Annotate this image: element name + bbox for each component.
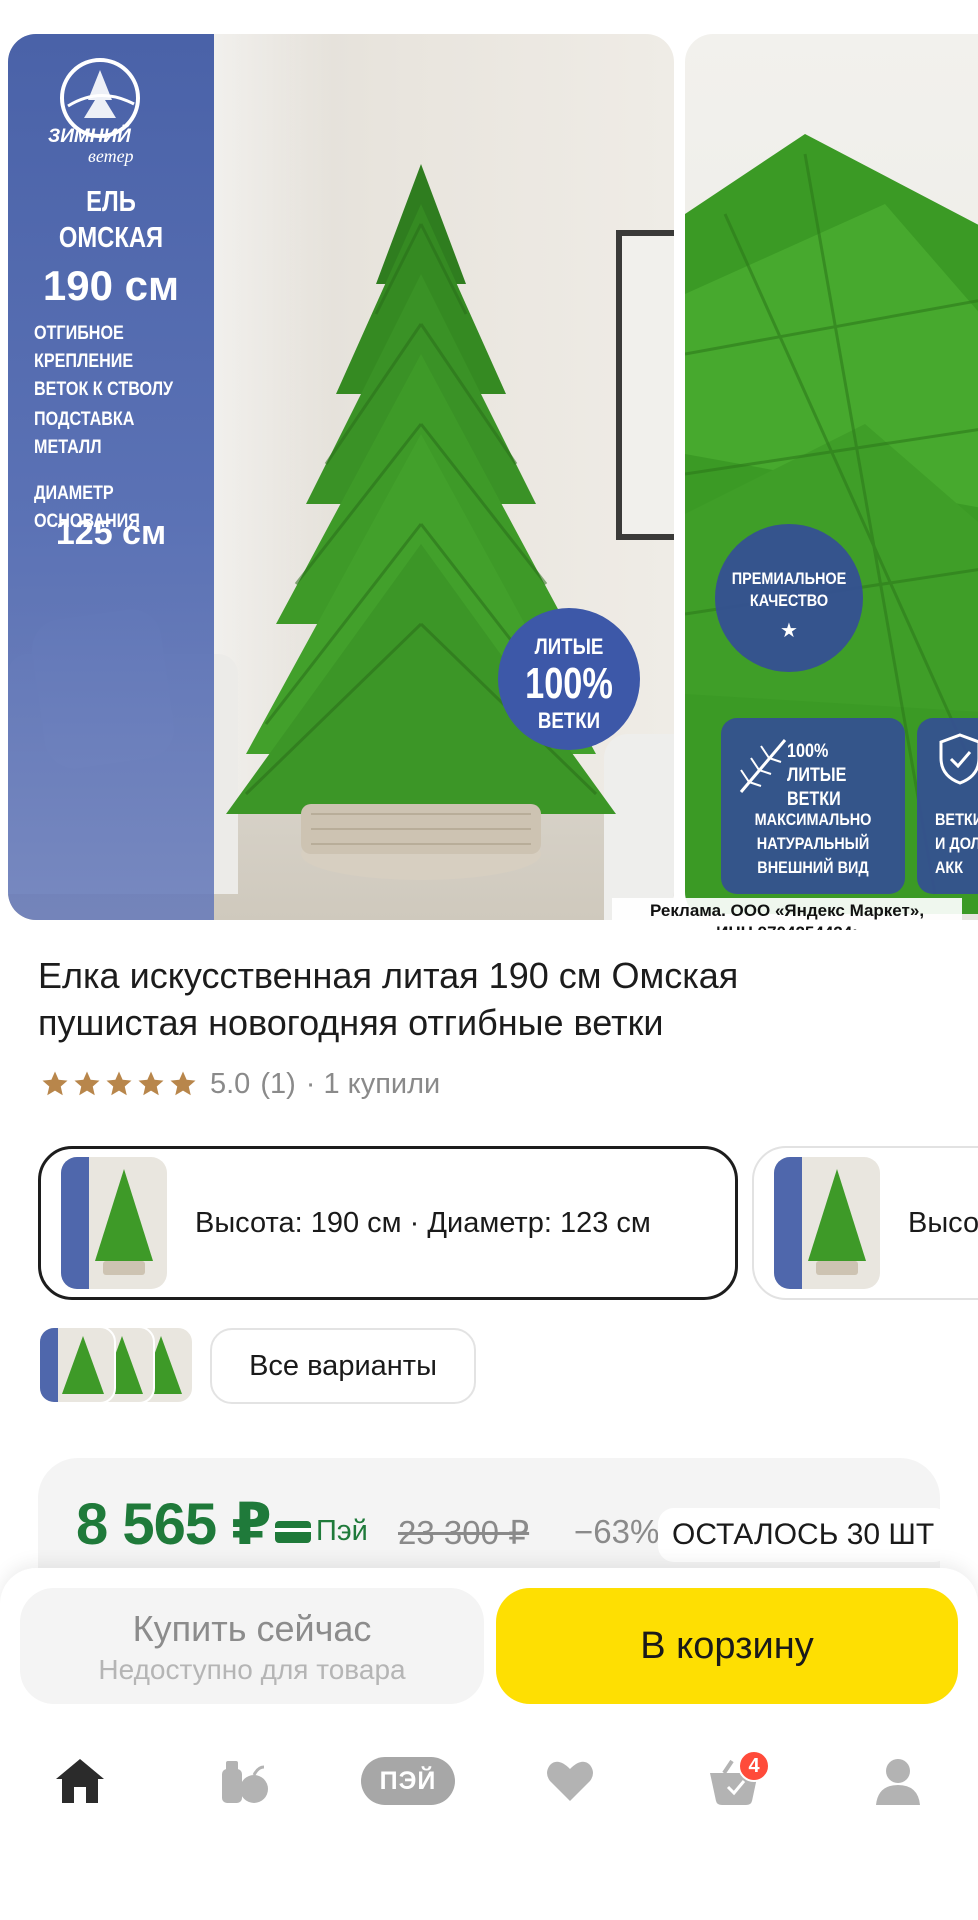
nav-home[interactable] xyxy=(40,1746,120,1816)
gallery-slide-1[interactable]: ЗИМНИЙ ветер ЕЛЬ ОМСКАЯ 190 см ОТГИБНОЕ … xyxy=(8,34,674,920)
premium-badge-text: ПРЕМИАЛЬНОЕ КАЧЕСТВО xyxy=(726,568,852,612)
profile-icon xyxy=(876,1759,920,1805)
product-title: Елка искусственная литая 190 см Омская п… xyxy=(38,952,938,1046)
rating-stars xyxy=(40,1069,198,1099)
promo-diameter: 125 см xyxy=(55,514,167,552)
product-rating[interactable]: 5.0 (1) · 1 купили xyxy=(40,1064,450,1104)
product-title-line-2: пушистая новогодняя отгибные ветки xyxy=(38,1002,664,1043)
branch-icon xyxy=(739,739,787,793)
feature-card-1-text-line-2: НАТУРАЛЬНЫЙ xyxy=(756,834,870,853)
reviews-count[interactable]: (1) xyxy=(260,1068,295,1101)
catalog-icon xyxy=(222,1761,268,1803)
promo-name-line-2: ОМСКАЯ xyxy=(58,222,164,254)
ad-disclaimer: Реклама. ООО «Яндекс Маркет», ИНН 970425… xyxy=(612,898,962,930)
premium-badge-line-2: КАЧЕСТВО xyxy=(749,591,829,610)
feature-card-1-text-line-1: МАКСИМАЛЬНО xyxy=(754,810,872,829)
nav-cart[interactable]: 4 xyxy=(694,1746,774,1816)
gallery-slide-2[interactable]: ПРЕМИАЛЬНОЕ КАЧЕСТВО ★ 100% ЛИТЫЕ ВЕТКИ … xyxy=(685,34,978,920)
tree-thumbnail-icon xyxy=(62,1336,104,1394)
brand-line-2: ветер xyxy=(88,146,134,166)
promo-feature-2: ПОДСТАВКА МЕТАЛЛ xyxy=(34,406,196,462)
pay-icon: ПЭЙ xyxy=(361,1757,455,1805)
star-icon xyxy=(106,1071,132,1096)
rating-value: 5.0 xyxy=(210,1067,251,1100)
feature-card-2-text-line-2: И ДОЛ xyxy=(935,834,978,853)
brand-logo: ЗИМНИЙ ветер xyxy=(48,58,140,166)
tree-thumbnail-icon xyxy=(95,1169,153,1275)
buy-now-unavailable-note: Недоступно для товара xyxy=(98,1654,406,1685)
tree-thumbnail-icon xyxy=(808,1169,866,1275)
feature-card-2-text-line-3: АКК xyxy=(935,858,964,877)
discount-percent: −63% xyxy=(574,1513,660,1550)
nav-profile[interactable] xyxy=(858,1746,938,1816)
promo-name-line-1: ЕЛЬ xyxy=(86,186,136,218)
badge-percent-text: 100% xyxy=(525,659,613,708)
christmas-tree-image xyxy=(226,164,616,880)
promo-product-name: ЕЛЬ ОМСКАЯ xyxy=(27,184,196,256)
variant-mini-thumbnails[interactable] xyxy=(38,1326,194,1404)
home-icon xyxy=(56,1759,104,1803)
badge-bottom-text: ВЕТКИ xyxy=(537,708,601,733)
star-icon: ★ xyxy=(780,620,798,642)
variant-option[interactable]: Высо xyxy=(752,1146,978,1300)
feature-card-1-text-line-3: ВНЕШНИЙ ВИД xyxy=(757,858,869,877)
variant-label: Высо xyxy=(908,1206,978,1239)
bought-count: · 1 купили xyxy=(305,1067,441,1100)
shield-icon xyxy=(939,733,978,785)
product-gallery[interactable]: ЗИМНИЙ ветер ЕЛЬ ОМСКАЯ 190 см ОТГИБНОЕ … xyxy=(0,0,978,930)
star-icon xyxy=(138,1071,164,1096)
buy-now-button[interactable]: Купить сейчас Недоступно для товара xyxy=(20,1588,484,1704)
variant-label: Высота: 190 см · Диаметр: 123 см xyxy=(195,1206,651,1239)
cart-count-badge: 4 xyxy=(738,1750,770,1782)
ad-disclaimer-line-2: ИНН 9704254424; xyxy=(616,922,958,930)
ad-disclaimer-line-1: Реклама. ООО «Яндекс Маркет», xyxy=(649,901,925,920)
variant-thumbnail xyxy=(774,1157,880,1289)
star-icon xyxy=(42,1071,68,1096)
feature-card-1-title: 100% ЛИТЫЕ ВЕТКИ xyxy=(787,740,889,812)
feature-card-cast-branches: 100% ЛИТЫЕ ВЕТКИ МАКСИМАЛЬНО НАТУРАЛЬНЫЙ… xyxy=(721,718,905,894)
promo-feature-2-line-1: ПОДСТАВКА xyxy=(34,409,135,430)
variant-thumbnail xyxy=(61,1157,167,1289)
buy-now-label: Купить сейчас xyxy=(132,1608,372,1649)
nav-pay[interactable]: ПЭЙ xyxy=(358,1746,458,1816)
star-icon xyxy=(170,1071,196,1096)
pay-price-label: Пэй xyxy=(316,1515,368,1547)
favorites-icon xyxy=(547,1761,593,1801)
nav-catalog[interactable] xyxy=(204,1746,284,1816)
promo-feature-2-line-2: МЕТАЛЛ xyxy=(34,437,102,458)
product-title-line-1: Елка искусственная литая 190 см Омская xyxy=(38,955,739,996)
feature-card-1-text: МАКСИМАЛЬНО НАТУРАЛЬНЫЙ ВНЕШНИЙ ВИД xyxy=(735,808,891,880)
feature-card-2-text: ВЕТКИ И ДОЛ АКК xyxy=(935,808,978,880)
feature-card-branches: ВЕТКИ И ДОЛ АКК xyxy=(917,718,978,894)
feature-card-1-title-line-1: 100% ЛИТЫЕ xyxy=(787,741,847,786)
wall-picture xyxy=(616,230,674,540)
badge-top-text: ЛИТЫЕ xyxy=(534,634,604,659)
mini-thumbnail xyxy=(38,1326,116,1404)
nav-favorites[interactable] xyxy=(530,1746,610,1816)
promo-height: 190 см xyxy=(42,262,180,309)
promo-feature-1: ОТГИБНОЕ КРЕПЛЕНИЕ ВЕТОК К СТВОЛУ xyxy=(34,320,196,404)
promo-feature-1-line-2: ВЕТОК К СТВОЛУ xyxy=(34,379,174,400)
brand-line-1: ЗИМНИЙ xyxy=(48,125,131,147)
stock-left-badge: ОСТАЛОСЬ 30 ШТ xyxy=(658,1508,951,1562)
premium-badge-line-1: ПРЕМИАЛЬНОЕ xyxy=(731,569,847,588)
feature-card-2-text-line-1: ВЕТКИ xyxy=(935,810,978,829)
pay-card-icon xyxy=(275,1521,311,1543)
promo-feature-1-line-1: ОТГИБНОЕ КРЕПЛЕНИЕ xyxy=(34,323,134,372)
cast-branches-badge: ЛИТЫЕ 100% ВЕТКИ xyxy=(498,608,640,750)
premium-quality-badge: ПРЕМИАЛЬНОЕ КАЧЕСТВО ★ xyxy=(715,524,863,672)
old-price: 23 300 ₽ xyxy=(398,1514,530,1551)
current-price: 8 565 ₽ xyxy=(76,1492,272,1557)
variant-option-selected[interactable]: Высота: 190 см · Диаметр: 123 см xyxy=(38,1146,738,1300)
add-to-cart-button[interactable]: В корзину xyxy=(496,1588,958,1704)
star-icon xyxy=(74,1071,100,1096)
all-variants-button[interactable]: Все варианты xyxy=(210,1328,476,1404)
